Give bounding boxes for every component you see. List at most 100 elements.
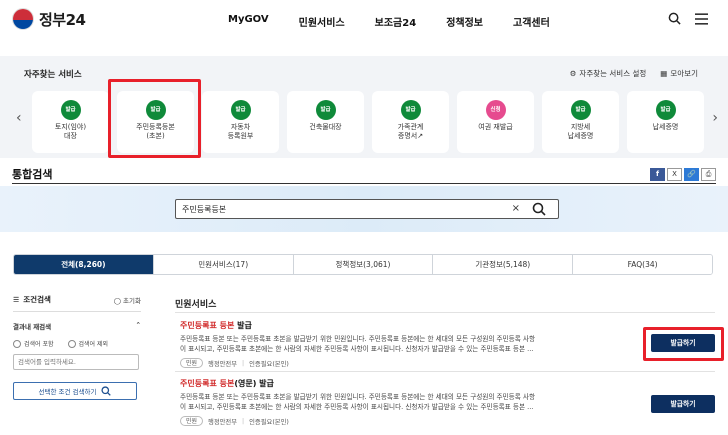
card-tax-certificate[interactable]: 발급납세증명 <box>627 91 704 153</box>
apply-filter-label: 선택한 조건 검색하기 <box>38 388 97 396</box>
card-land-register[interactable]: 발급 토지(임야) 대장 <box>32 91 109 153</box>
card-passport-reissue[interactable]: 신청 여권 재발급 <box>457 91 534 153</box>
issue-badge: 발급 <box>145 100 166 120</box>
result-title-highlight: 주민등록표 등본 <box>180 321 235 330</box>
result-auth: 인증필요(본인) <box>249 418 289 426</box>
issue-button[interactable]: 발급하기 <box>651 395 715 413</box>
result-tabs: 전체(8,260) 민원서비스(17) 정책정보(3,061) 기관정보(5,1… <box>13 254 713 275</box>
issue-button[interactable]: 발급하기 <box>651 334 715 352</box>
grid-icon: ▦ <box>660 69 668 78</box>
card-vehicle-register[interactable]: 발급자동차 등록원부 <box>202 91 279 153</box>
nav-civil-service[interactable]: 민원서비스 <box>299 14 345 29</box>
apply-filter-button[interactable]: 선택한 조건 검색하기 <box>13 382 137 400</box>
chevron-right-icon[interactable]: › <box>712 110 718 126</box>
issue-badge: 발급 <box>570 100 591 120</box>
result-agency: 행정안전부 <box>208 360 238 368</box>
radio-icon <box>67 339 76 348</box>
card-local-tax-certificate[interactable]: 발급지방세 납세증명 <box>542 91 619 153</box>
result-desc-line: 이 표시되고, 주민등록표 초본에는 한 사람의 자세한 주민등록 사항이 표시… <box>180 344 534 353</box>
logo-text: 정부24 <box>39 10 86 29</box>
reset-label: 초기화 <box>123 296 141 305</box>
issue-badge: 발급 <box>60 100 81 120</box>
title-divider <box>12 183 716 184</box>
radio-exclude[interactable]: 검색어 제외 <box>67 339 109 348</box>
menu-icon[interactable] <box>695 12 708 25</box>
card-building-register[interactable]: 발급건축물대장 <box>287 91 364 153</box>
nav-subsidy24[interactable]: 보조금24 <box>375 14 417 29</box>
result-desc-line: 이 표시되고, 주민등록표 초본에는 한 사람의 자세한 주민등록 사항이 표시… <box>180 402 534 411</box>
result-auth: 인증필요(본인) <box>249 360 289 368</box>
tab-faq[interactable]: FAQ(34) <box>573 255 712 274</box>
meta-separator: | <box>242 359 245 367</box>
nav-mygov[interactable]: MyGOV <box>228 14 269 29</box>
card-label: 납세증명 <box>652 123 679 131</box>
view-all-link[interactable]: ▦ 모아보기 <box>660 68 698 79</box>
search-icon[interactable] <box>668 12 681 25</box>
page-title: 통합검색 <box>12 168 53 181</box>
site-logo[interactable]: 정부24 <box>12 8 86 30</box>
print-icon[interactable]: ⎙ <box>701 168 716 181</box>
card-label: 가족관계 증명서↗ <box>397 123 424 140</box>
frequent-services-title: 자주찾는 서비스 <box>24 70 82 80</box>
result-tag: 민원 <box>180 358 204 368</box>
within-search-input[interactable] <box>13 354 139 370</box>
result-item: 주민등록표 등본(영문) 발급 주민등록표 등본 또는 주민등록표 초본을 발급… <box>180 378 640 426</box>
tab-civil-service[interactable]: 민원서비스(17) <box>153 255 294 274</box>
issue-badge: 발급 <box>655 100 676 120</box>
card-label: 건축물대장 <box>309 123 342 131</box>
result-divider <box>175 371 715 372</box>
results-divider <box>175 312 715 313</box>
radio-include-label: 검색어 포함 <box>24 341 54 348</box>
main-nav: MyGOV 민원서비스 보조금24 정책정보 고객센터 <box>228 14 580 29</box>
chevron-left-icon[interactable]: ‹ <box>16 110 22 126</box>
card-resident-register[interactable]: 발급주민등록등본 (초본) <box>117 91 194 153</box>
filter-title: 조건검색 <box>23 295 51 304</box>
search-submit-icon[interactable] <box>532 202 546 219</box>
result-title-link[interactable]: 주민등록표 등본 발급 <box>180 320 640 331</box>
within-results-title: 결과내 재검색 <box>13 323 52 331</box>
card-family-certificate[interactable]: 발급가족관계 증명서↗ <box>372 91 449 153</box>
tab-agency-info[interactable]: 기관정보(5,148) <box>433 255 574 274</box>
radio-include[interactable]: 검색어 포함 <box>13 339 54 348</box>
card-label: 주민등록등본 (초본) <box>136 123 175 140</box>
reset-icon: ◯ <box>113 296 121 305</box>
result-title-highlight: 주민등록표 등본 <box>180 379 235 388</box>
site-header: 정부24 MyGOV 민원서비스 보조금24 정책정보 고객센터 <box>0 0 728 44</box>
results-section-title: 민원서비스 <box>175 300 217 310</box>
issue-badge: 발급 <box>315 100 336 120</box>
reset-button[interactable]: ◯ 초기화 <box>114 295 141 305</box>
search-box: × <box>175 199 559 219</box>
x-icon[interactable]: X <box>667 168 682 181</box>
apply-badge: 신청 <box>485 100 506 120</box>
facebook-icon[interactable]: f <box>650 168 665 181</box>
issue-badge: 발급 <box>400 100 421 120</box>
radio-exclude-label: 검색어 제외 <box>78 341 109 348</box>
clear-icon[interactable]: × <box>512 203 520 215</box>
search-input[interactable] <box>182 203 502 216</box>
taegeuk-logo-icon <box>12 8 34 30</box>
result-desc-line: 주민등록표 등본 또는 주민등록표 초본을 발급받기 위한 민원입니다. 주민등… <box>180 393 536 401</box>
result-title-rest: (영문) 발급 <box>234 379 274 388</box>
sliders-icon: ☰ <box>13 295 20 304</box>
chevron-up-icon[interactable]: ⌃ <box>136 321 141 331</box>
view-all-label: 모아보기 <box>670 69 698 78</box>
card-label: 자동차 등록원부 <box>227 123 254 140</box>
nav-customer-center[interactable]: 고객센터 <box>513 14 550 29</box>
gear-icon: ⚙ <box>569 69 577 78</box>
frequent-settings-link[interactable]: ⚙ 자주찾는 서비스 설정 <box>570 68 647 79</box>
meta-separator: | <box>242 417 245 425</box>
result-tag: 민원 <box>180 416 204 426</box>
result-title-link[interactable]: 주민등록표 등본(영문) 발급 <box>180 378 640 389</box>
result-title-rest: 발급 <box>234 321 252 330</box>
frequent-settings-label: 자주찾는 서비스 설정 <box>579 69 647 78</box>
tab-all[interactable]: 전체(8,260) <box>14 255 154 274</box>
card-label: 지방세 납세증명 <box>567 123 594 140</box>
link-icon[interactable]: 🔗 <box>684 168 699 181</box>
result-item: 주민등록표 등본 발급 주민등록표 등본 또는 주민등록표 초본을 발급받기 위… <box>180 320 640 368</box>
tab-policy-info[interactable]: 정책정보(3,061) <box>293 255 434 274</box>
issue-badge: 발급 <box>230 100 251 120</box>
nav-policy-info[interactable]: 정책정보 <box>446 14 483 29</box>
frequent-service-cards: 발급 토지(임야) 대장 발급주민등록등본 (초본) 발급자동차 등록원부 발급건… <box>32 91 704 153</box>
radio-icon <box>13 339 21 348</box>
filter-panel: ☰ 조건검색 ◯ 초기화 결과내 재검색 ⌃ 검색어 포함 검색어 제외 선택한… <box>13 294 141 400</box>
